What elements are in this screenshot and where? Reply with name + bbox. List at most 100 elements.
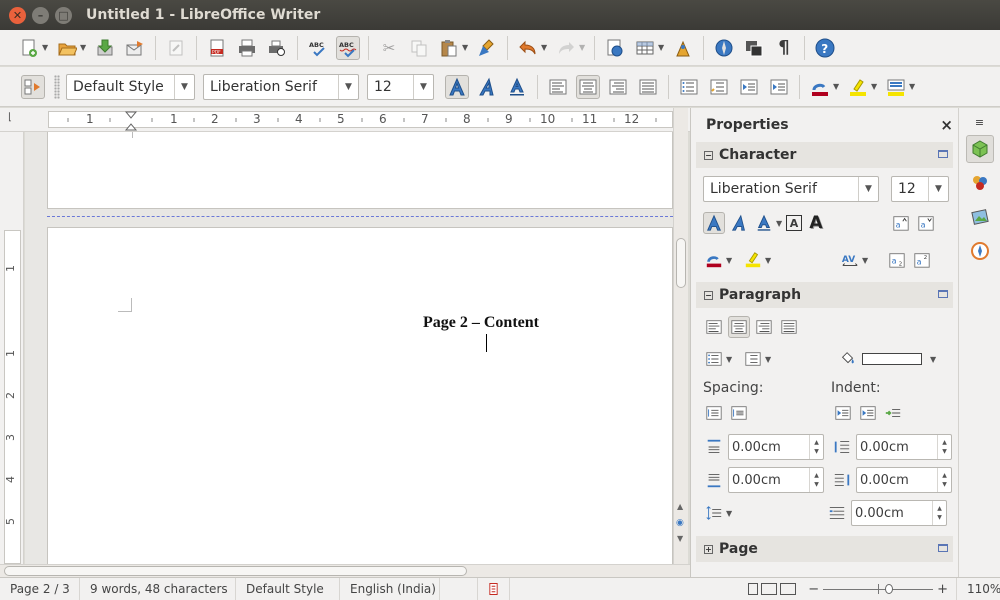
bold-icon[interactable] bbox=[445, 74, 469, 99]
zoom-out-icon[interactable]: − bbox=[808, 582, 819, 597]
autospellcheck-icon[interactable]: ABC bbox=[336, 35, 360, 60]
edit-mode-icon[interactable] bbox=[164, 36, 188, 60]
increase-spacing-icon[interactable] bbox=[703, 402, 725, 424]
paste-dropdown-icon[interactable]: ▼ bbox=[462, 43, 470, 52]
sidebar-increase-indent-icon[interactable] bbox=[832, 402, 854, 424]
numbering-icon[interactable] bbox=[707, 75, 731, 99]
copy-icon[interactable] bbox=[407, 36, 431, 60]
spin-arrows-icon[interactable]: ▲ ▼ bbox=[932, 501, 946, 525]
decrease-indent-icon[interactable] bbox=[737, 75, 761, 99]
more-options-icon[interactable] bbox=[938, 290, 948, 298]
sidebar-decrease-indent-icon[interactable] bbox=[857, 402, 879, 424]
book-view-icon[interactable] bbox=[780, 583, 797, 595]
above-paragraph-spacing-field[interactable]: 0.00cm ▲ ▼ bbox=[728, 434, 824, 460]
chevron-down-icon[interactable]: ▼ bbox=[174, 74, 194, 99]
highlight-dropdown-icon[interactable]: ▼ bbox=[871, 82, 879, 91]
formatting-marks-icon[interactable]: ¶ bbox=[772, 36, 796, 60]
align-right-icon[interactable] bbox=[606, 75, 630, 99]
close-window-button[interactable]: ✕ bbox=[9, 6, 26, 24]
sidebar-align-left-icon[interactable] bbox=[703, 316, 725, 338]
undo-dropdown-icon[interactable]: ▼ bbox=[541, 43, 549, 52]
zoom-level[interactable]: 110% bbox=[956, 578, 1000, 600]
decrease-font-icon[interactable]: a bbox=[915, 212, 937, 234]
underline-icon[interactable] bbox=[505, 75, 529, 99]
paragraph-section-header[interactable]: − Paragraph bbox=[696, 282, 953, 308]
table-icon[interactable] bbox=[633, 36, 657, 60]
bullets-dropdown-icon[interactable]: ▼ bbox=[726, 355, 734, 364]
strikethrough-icon[interactable]: A bbox=[786, 215, 802, 231]
navigator-tab-icon[interactable] bbox=[966, 237, 994, 265]
shadow-icon[interactable]: A bbox=[805, 212, 827, 234]
scroll-down-icon[interactable]: ▼ bbox=[677, 534, 683, 543]
horizontal-ruler[interactable]: ⌊ 1 1 2 3 4 5 6 7 8 9 10 11 12 bbox=[0, 108, 690, 132]
zoom-in-icon[interactable]: + bbox=[937, 582, 948, 597]
sidebar-font-name-box[interactable]: Liberation Serif ▼ bbox=[703, 176, 879, 202]
expand-icon[interactable]: + bbox=[704, 544, 713, 554]
below-paragraph-spacing-field[interactable]: 0.00cm ▲ ▼ bbox=[728, 467, 824, 493]
vertical-ruler[interactable]: 1 1 2 3 4 5 bbox=[0, 132, 24, 564]
character-section-header[interactable]: − Character bbox=[696, 142, 953, 168]
font-color-dropdown-icon[interactable]: ▼ bbox=[833, 82, 841, 91]
sidebar-bold-icon[interactable] bbox=[703, 212, 725, 234]
sidebar-numbering-icon[interactable] bbox=[742, 348, 764, 370]
background-dropdown-icon[interactable]: ▼ bbox=[930, 355, 938, 364]
increase-font-icon[interactable]: a bbox=[890, 212, 912, 234]
redo-dropdown-icon[interactable]: ▼ bbox=[579, 43, 587, 52]
spin-arrows-icon[interactable]: ▲ ▼ bbox=[809, 435, 823, 459]
spin-arrows-icon[interactable]: ▲ ▼ bbox=[937, 468, 951, 492]
redo-icon[interactable] bbox=[554, 36, 578, 60]
scrollbar-thumb[interactable] bbox=[4, 566, 467, 576]
highlight-dropdown-icon[interactable]: ▼ bbox=[765, 256, 773, 265]
vertical-scrollbar[interactable]: ▲ ◉ ▼ bbox=[673, 108, 688, 564]
after-text-indent-field[interactable]: 0.00cm ▲ ▼ bbox=[856, 467, 952, 493]
spin-arrows-icon[interactable]: ▲ ▼ bbox=[937, 435, 951, 459]
superscript-icon[interactable]: a2 bbox=[911, 249, 933, 271]
sidebar-underline-icon[interactable] bbox=[753, 212, 775, 234]
chevron-down-icon[interactable]: ▼ bbox=[928, 177, 948, 201]
insert-mode[interactable] bbox=[440, 578, 478, 600]
table-dropdown-icon[interactable]: ▼ bbox=[658, 43, 666, 52]
page-2[interactable]: Page 2 – Content bbox=[47, 227, 673, 564]
sidebar-align-right-icon[interactable] bbox=[753, 316, 775, 338]
character-spacing-icon[interactable]: AV bbox=[839, 249, 861, 271]
align-left-icon[interactable] bbox=[546, 75, 570, 99]
paragraph-background-icon[interactable] bbox=[837, 348, 859, 370]
page-1[interactable] bbox=[47, 132, 673, 209]
insert-image-icon[interactable] bbox=[671, 36, 695, 60]
spelling-icon[interactable]: ABC bbox=[306, 36, 330, 60]
line-spacing-dropdown-icon[interactable]: ▼ bbox=[726, 509, 734, 518]
clone-formatting-icon[interactable] bbox=[475, 36, 499, 60]
collapse-icon[interactable]: − bbox=[704, 290, 713, 300]
styles-tab-icon[interactable] bbox=[966, 169, 994, 197]
font-size-box[interactable]: 12 ▼ bbox=[367, 73, 434, 100]
increase-indent-icon[interactable] bbox=[767, 75, 791, 99]
hyperlink-icon[interactable] bbox=[603, 36, 627, 60]
page-style[interactable]: Default Style bbox=[236, 578, 340, 600]
italic-icon[interactable] bbox=[475, 75, 499, 99]
first-line-indent-field[interactable]: 0.00cm ▲ ▼ bbox=[851, 500, 947, 526]
navigator-icon[interactable] bbox=[712, 36, 736, 60]
chevron-down-icon[interactable]: ▼ bbox=[338, 74, 358, 99]
email-icon[interactable] bbox=[123, 36, 147, 60]
zoom-slider-thumb[interactable] bbox=[885, 584, 894, 594]
chevron-down-icon[interactable]: ▼ bbox=[858, 177, 878, 201]
open-dropdown-icon[interactable]: ▼ bbox=[80, 43, 88, 52]
background-color-icon[interactable] bbox=[884, 75, 908, 99]
bullets-icon[interactable] bbox=[677, 75, 701, 99]
toolbar-grip[interactable] bbox=[54, 74, 60, 99]
multi-page-view-icon[interactable] bbox=[761, 583, 778, 595]
selection-mode-icon[interactable] bbox=[478, 578, 510, 600]
paragraph-style-box[interactable]: Default Style ▼ bbox=[66, 73, 195, 100]
maximize-window-button[interactable]: □ bbox=[55, 6, 72, 24]
navigation-icon[interactable]: ◉ bbox=[676, 518, 684, 528]
decrease-spacing-icon[interactable] bbox=[728, 402, 750, 424]
font-color-icon[interactable] bbox=[808, 75, 832, 99]
document-canvas[interactable]: Page 2 – Content bbox=[25, 132, 673, 564]
sidebar-align-center-icon[interactable] bbox=[728, 316, 750, 338]
single-page-view-icon[interactable] bbox=[748, 583, 759, 595]
sidebar-font-size-box[interactable]: 12 ▼ bbox=[891, 176, 949, 202]
sidebar-highlight-icon[interactable] bbox=[742, 249, 764, 271]
hanging-indent-icon[interactable] bbox=[882, 402, 904, 424]
print-preview-icon[interactable] bbox=[265, 36, 289, 60]
save-icon[interactable] bbox=[93, 36, 117, 60]
